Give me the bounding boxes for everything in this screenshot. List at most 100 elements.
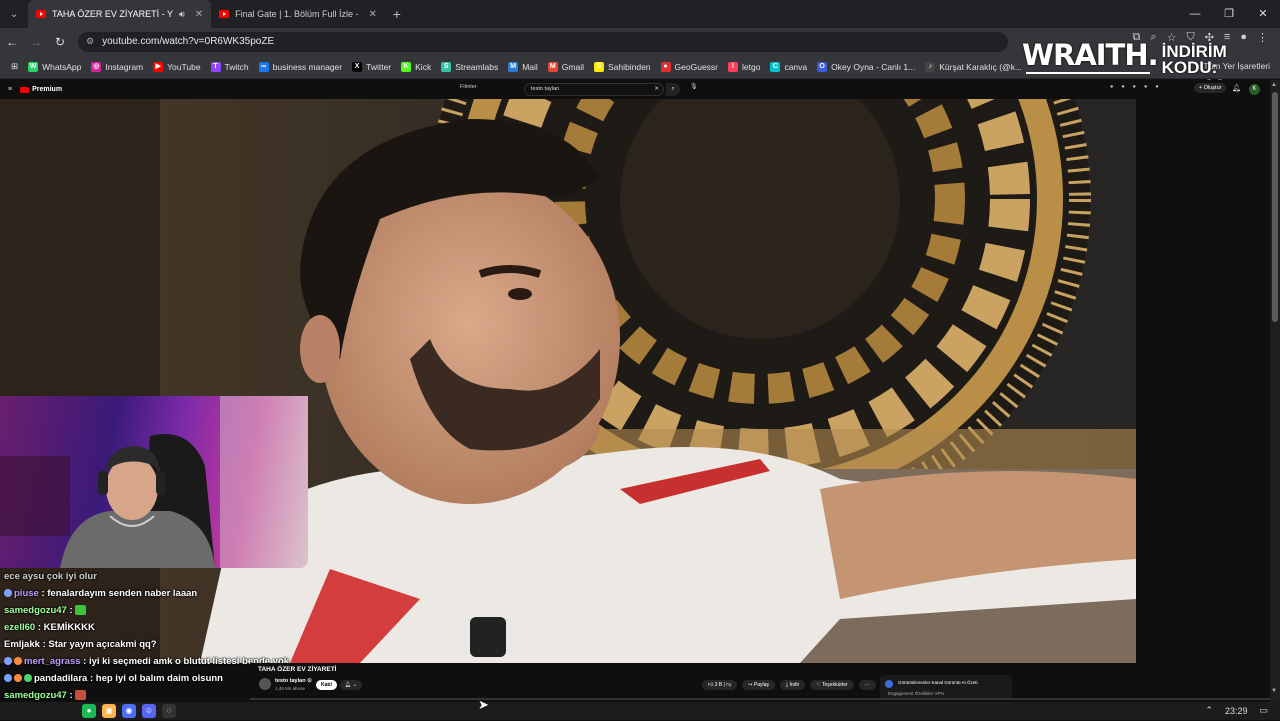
- spotify-icon[interactable]: ●: [82, 704, 96, 718]
- bookmark-business-manager[interactable]: ∞ business manager: [254, 61, 347, 72]
- scroll-up-icon[interactable]: ▲: [1271, 82, 1277, 88]
- bookmark-label: Streamlabs: [455, 61, 499, 72]
- discord-icon[interactable]: ☺: [142, 704, 156, 718]
- webcam-frame: [0, 396, 308, 568]
- bookmark-youtube[interactable]: ▶ YouTube: [148, 61, 205, 72]
- filter-chip[interactable]: Filmler: [460, 84, 477, 90]
- chat-username[interactable]: samedgozu47: [4, 605, 67, 616]
- forward-button[interactable]: →: [24, 35, 48, 49]
- bookmark-letgo[interactable]: l letgo: [723, 61, 765, 72]
- browser-tab-strip: ⌄ TAHA ÖZER EV ZİYARETİ - Y 🔊︎ ✕ Final G…: [0, 0, 1280, 28]
- bookmark-twitter[interactable]: X Twitter: [347, 61, 396, 72]
- close-window-button[interactable]: ✕: [1246, 0, 1280, 28]
- chrome-icon[interactable]: ◉: [122, 704, 136, 718]
- bookmark-whatsapp[interactable]: W WhatsApp: [23, 61, 86, 72]
- bookmark-k-r-at-karakl-k[interactable]: ♪ Kürşat Karaklıç (@k...: [920, 61, 1027, 72]
- bookmark-favicon-icon: ♪: [925, 61, 936, 72]
- scroll-down-icon[interactable]: ▼: [1271, 688, 1277, 694]
- hamburger-menu-icon[interactable]: ≡: [8, 86, 12, 93]
- back-button[interactable]: ←: [0, 35, 24, 49]
- mouse-cursor-icon: ➤: [478, 697, 489, 712]
- youtube-favicon-icon: [36, 10, 46, 18]
- scroll-thumb[interactable]: [1272, 92, 1278, 322]
- bookmark-favicon-icon: ▶: [153, 61, 164, 72]
- clear-search-icon[interactable]: ✕: [654, 84, 659, 95]
- bookmark-streamlabs[interactable]: S Streamlabs: [436, 61, 503, 72]
- tab-final-gate[interactable]: Final Gate | 1. Bölüm Full İzle - ✕: [211, 0, 385, 28]
- clock[interactable]: 23:29: [1225, 706, 1248, 716]
- channel-avatar[interactable]: [259, 678, 271, 690]
- download-label: İndir: [789, 682, 800, 688]
- tab-taha-ozer[interactable]: TAHA ÖZER EV ZİYARETİ - Y 🔊︎ ✕: [28, 0, 212, 28]
- bookmark-favicon-icon: S: [441, 61, 452, 72]
- notification-bell-icon[interactable]: 🔔︎: [1232, 84, 1241, 92]
- search-button-icon[interactable]: ⌕: [666, 83, 680, 96]
- chat-message: ece aysu çok iyi olur: [0, 568, 310, 585]
- minimize-button[interactable]: —: [1178, 0, 1212, 28]
- bookmark-favicon-icon: M: [508, 61, 519, 72]
- chat-username[interactable]: piuse: [14, 588, 39, 599]
- extension-dot-icon[interactable]: ●: [1121, 84, 1124, 90]
- tab-close-icon[interactable]: ✕: [368, 9, 376, 20]
- chat-badge-icon: [4, 589, 12, 598]
- youtube-logo[interactable]: Premium: [20, 86, 62, 93]
- video-info-bar: TAHA ÖZER EV ZİYARETİ testo taylan ⊙ 1,4…: [250, 663, 1270, 702]
- chat-username[interactable]: ezell60: [4, 622, 35, 633]
- chat-badge-icon: [4, 657, 12, 666]
- reload-button[interactable]: ↻: [48, 35, 72, 49]
- bookmark-instagram[interactable]: ◎ Instagram: [86, 61, 148, 72]
- create-button[interactable]: + Oluştur: [1194, 83, 1227, 93]
- share-button[interactable]: ↪ Paylaş: [742, 680, 775, 690]
- new-tab-button[interactable]: +: [385, 6, 409, 22]
- extension-dot-icon[interactable]: ●: [1110, 84, 1113, 90]
- progress-track[interactable]: [250, 698, 1270, 700]
- thanks-button[interactable]: ♡ Teşekkürler: [810, 680, 854, 690]
- speaker-icon[interactable]: 🔊︎: [179, 9, 185, 20]
- more-actions-button[interactable]: ···: [858, 680, 876, 690]
- tab-title: TAHA ÖZER EV ZİYARETİ - Y: [52, 9, 174, 19]
- like-button[interactable]: 👍︎ 3 B | 👎︎: [702, 680, 738, 690]
- page-scrollbar[interactable]: ▲ ▼: [1270, 80, 1280, 702]
- video-title: TAHA ÖZER EV ZİYARETİ: [258, 666, 337, 673]
- chat-username[interactable]: pandadilara: [34, 673, 87, 684]
- bookmark-favicon-icon: O: [817, 61, 828, 72]
- chat-username[interactable]: samedgozu47: [4, 690, 67, 701]
- extension-dot-icon[interactable]: ●: [1155, 84, 1158, 90]
- restore-button[interactable]: ❐: [1212, 0, 1246, 28]
- extension-dot-icon[interactable]: ●: [1133, 84, 1136, 90]
- panel-tabs[interactable]: Görüntülenenler Kanal Görüntü AI Özeti: [898, 680, 978, 685]
- obs-icon[interactable]: ◌: [162, 704, 176, 718]
- bookmark-favicon-icon: C: [770, 61, 781, 72]
- apps-grid-icon[interactable]: ⊞: [6, 61, 23, 72]
- bookmark-okey-oyna-canl-1[interactable]: O Okey Oyna - Canlı 1...: [812, 61, 920, 72]
- chat-message: Emljakk : Star yayın açıcakmi qq?: [0, 636, 310, 653]
- tab-close-icon[interactable]: ✕: [195, 9, 203, 20]
- tab-search-chevron-icon[interactable]: ⌄: [0, 0, 28, 28]
- join-button[interactable]: Katıl: [316, 680, 337, 690]
- notifications-icon[interactable]: ▭: [1259, 705, 1268, 716]
- bookmark-gmail[interactable]: M Gmail: [543, 61, 589, 72]
- bookmark-twitch[interactable]: T Twitch: [206, 61, 254, 72]
- bookmark-sahibinden[interactable]: S Sahibinden: [589, 61, 656, 72]
- bookmark-geoguessr[interactable]: ● GeoGuessr: [656, 61, 723, 72]
- tray-chevron-icon[interactable]: ⌃: [1205, 705, 1213, 716]
- file-explorer-icon[interactable]: ▣: [102, 704, 116, 718]
- extension-dot-icon[interactable]: ●: [1144, 84, 1147, 90]
- sidebar-area: [1136, 99, 1270, 663]
- site-info-icon[interactable]: ⚙: [86, 36, 94, 47]
- address-bar[interactable]: ⚙ youtube.com/watch?v=0R6WK35poZE: [78, 31, 1008, 52]
- engagement-panel[interactable]: Görüntülenenler Kanal Görüntü AI Özeti E…: [880, 675, 1012, 699]
- subscribe-bell-button[interactable]: 🔔︎ ⌄: [340, 680, 362, 690]
- bookmark-kick[interactable]: K Kick: [396, 61, 436, 72]
- bookmark-favicon-icon: K: [401, 61, 412, 72]
- account-avatar[interactable]: K: [1249, 84, 1260, 95]
- microphone-icon[interactable]: 🎙︎: [690, 83, 698, 90]
- chat-username[interactable]: Emljakk: [4, 639, 40, 650]
- chat-username[interactable]: mert_agrass: [24, 656, 81, 667]
- search-input[interactable]: testo taylan ✕: [524, 83, 664, 96]
- download-button[interactable]: ⤓ İndir: [779, 680, 806, 690]
- bookmark-mail[interactable]: M Mail: [503, 61, 543, 72]
- bookmark-canva[interactable]: Ccanva: [765, 61, 812, 72]
- channel-name[interactable]: testo taylan ⊙: [275, 678, 312, 684]
- window-controls: — ❐ ✕: [1178, 0, 1280, 28]
